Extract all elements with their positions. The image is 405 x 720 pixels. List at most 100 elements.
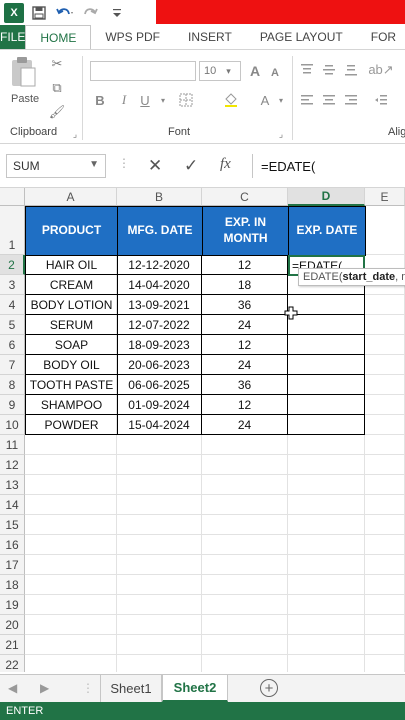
grid-cell[interactable]: [202, 535, 288, 555]
grid-cell[interactable]: [117, 595, 202, 615]
next-sheet-arrow-icon[interactable]: ▶: [40, 681, 49, 695]
table-cell[interactable]: 18-09-2023: [117, 335, 202, 355]
sheet-tab-sheet1[interactable]: Sheet1: [100, 675, 162, 702]
column-header-c[interactable]: C: [202, 188, 288, 206]
table-cell[interactable]: POWDER: [25, 415, 118, 435]
grid-cell[interactable]: [25, 535, 117, 555]
confirm-entry-button[interactable]: ✓: [184, 156, 198, 176]
shrink-font-icon[interactable]: A: [266, 65, 284, 81]
grid-cell[interactable]: [25, 475, 117, 495]
table-cell[interactable]: [288, 355, 365, 375]
table-cell[interactable]: 12: [202, 335, 288, 355]
grid-cell[interactable]: [202, 655, 288, 672]
grid-cell[interactable]: [365, 395, 405, 415]
grid-cell[interactable]: [25, 655, 117, 672]
table-cell[interactable]: 15-04-2024: [117, 415, 202, 435]
table-header-cell[interactable]: MFG. DATE: [117, 206, 203, 256]
grid-cell[interactable]: [117, 575, 202, 595]
row-header[interactable]: 5: [0, 315, 25, 335]
middle-align-icon[interactable]: [320, 62, 338, 78]
align-right-icon[interactable]: [342, 92, 360, 108]
row-header[interactable]: 20: [0, 615, 25, 635]
font-name-box[interactable]: [90, 61, 196, 81]
row-header[interactable]: 4: [0, 295, 25, 315]
table-cell[interactable]: SERUM: [25, 315, 118, 335]
row-header[interactable]: 21: [0, 635, 25, 655]
chevron-down-icon[interactable]: ▼: [89, 159, 99, 170]
grid-cell[interactable]: [365, 295, 405, 315]
underline-dropdown-icon[interactable]: ▾: [154, 92, 172, 108]
tab-page-layout[interactable]: PAGE LAYOUT: [246, 25, 357, 49]
table-header-cell[interactable]: EXP. IN MONTH: [202, 206, 289, 256]
table-cell[interactable]: [288, 395, 365, 415]
table-cell[interactable]: 12-07-2022: [117, 315, 202, 335]
table-cell[interactable]: 12: [202, 395, 288, 415]
grid-cell[interactable]: [25, 615, 117, 635]
row-header[interactable]: 22: [0, 655, 25, 672]
worksheet-grid[interactable]: A B C D E 1 2 3 4 5 6 7 8 9 10 11 12 13 14 15 16 17 18 19 2…: [0, 188, 405, 672]
table-cell[interactable]: BODY LOTION: [25, 295, 118, 315]
row-header[interactable]: 9: [0, 395, 25, 415]
grid-cell[interactable]: [365, 415, 405, 435]
bottom-align-icon[interactable]: [342, 62, 360, 78]
table-cell[interactable]: 20-06-2023: [117, 355, 202, 375]
grid-cell[interactable]: [202, 595, 288, 615]
table-cell[interactable]: 01-09-2024: [117, 395, 202, 415]
row-header[interactable]: 3: [0, 275, 25, 295]
cut-icon[interactable]: ✂: [48, 56, 66, 72]
save-icon[interactable]: [28, 2, 50, 24]
grid-cell[interactable]: [365, 555, 405, 575]
add-sheet-button[interactable]: +: [260, 679, 278, 697]
row-header[interactable]: 13: [0, 475, 25, 495]
grid-cell[interactable]: [202, 615, 288, 635]
font-size-box[interactable]: 10 ▾: [199, 61, 241, 81]
grid-cell[interactable]: [25, 515, 117, 535]
grid-cell[interactable]: [288, 455, 365, 475]
cancel-entry-button[interactable]: ✕: [148, 156, 162, 176]
table-cell[interactable]: [288, 415, 365, 435]
table-cell[interactable]: 12: [202, 255, 288, 275]
font-launcher-icon[interactable]: ⌟: [272, 126, 290, 142]
tab-wps-pdf[interactable]: WPS PDF: [91, 25, 174, 49]
row-header[interactable]: 19: [0, 595, 25, 615]
row-header[interactable]: 12: [0, 455, 25, 475]
table-header-cell[interactable]: EXP. DATE: [288, 206, 366, 256]
grid-cell[interactable]: [117, 555, 202, 575]
tab-home[interactable]: HOME: [25, 25, 92, 49]
bold-button[interactable]: B: [91, 92, 109, 108]
grid-cell[interactable]: [365, 635, 405, 655]
tooltip-argument[interactable]: start_date: [343, 271, 396, 283]
table-cell[interactable]: HAIR OIL: [25, 255, 118, 275]
grid-cell[interactable]: [117, 535, 202, 555]
format-painter-icon[interactable]: 🖌: [48, 104, 66, 120]
grid-cell[interactable]: [288, 655, 365, 672]
select-all-corner[interactable]: [0, 188, 25, 206]
grid-cell[interactable]: [365, 375, 405, 395]
table-cell[interactable]: [288, 295, 365, 315]
grid-cell[interactable]: [117, 475, 202, 495]
grid-cell[interactable]: [288, 535, 365, 555]
grid-cell[interactable]: [117, 655, 202, 672]
row-header[interactable]: 8: [0, 375, 25, 395]
table-cell[interactable]: SOAP: [25, 335, 118, 355]
table-header-cell[interactable]: PRODUCT: [25, 206, 118, 256]
formula-input[interactable]: =EDATE(: [252, 154, 405, 178]
grid-cell[interactable]: [25, 635, 117, 655]
italic-button[interactable]: I: [115, 92, 133, 108]
column-header-e[interactable]: E: [365, 188, 405, 206]
grid-cell[interactable]: [117, 435, 202, 455]
decrease-indent-icon[interactable]: [372, 92, 390, 108]
grid-cell[interactable]: [202, 455, 288, 475]
underline-button[interactable]: U: [136, 92, 154, 108]
grid-cell[interactable]: [202, 515, 288, 535]
grid-cell[interactable]: [288, 595, 365, 615]
grid-cell[interactable]: [288, 515, 365, 535]
customize-quick-access-icon[interactable]: [106, 2, 128, 24]
grid-cell[interactable]: [117, 615, 202, 635]
table-cell[interactable]: CREAM: [25, 275, 118, 295]
grid-cell[interactable]: [288, 475, 365, 495]
row-header[interactable]: 7: [0, 355, 25, 375]
grid-cell[interactable]: [365, 455, 405, 475]
name-box[interactable]: SUM ▼: [6, 154, 106, 178]
row-header[interactable]: 1: [0, 206, 25, 255]
